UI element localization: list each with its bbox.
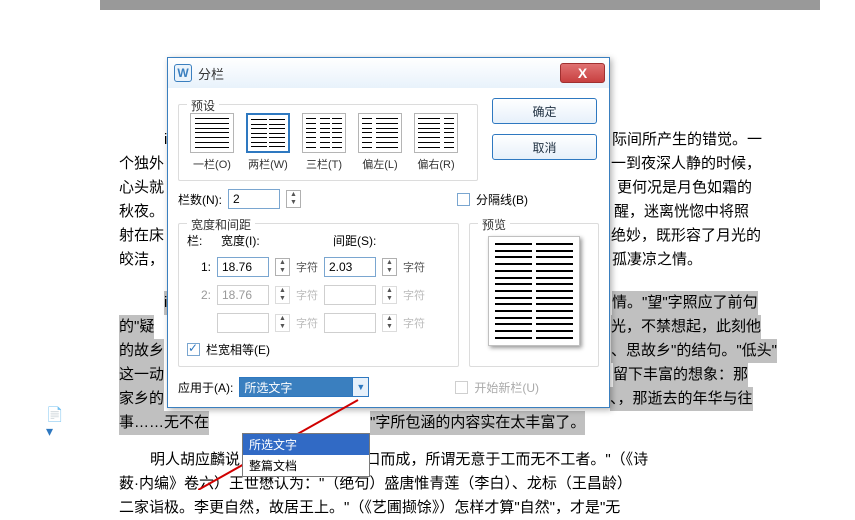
ok-button[interactable]: 确定 xyxy=(492,98,597,124)
apply-dropdown-list: 所选文字 整篇文档 xyxy=(242,433,370,477)
row3-width-input xyxy=(217,313,269,333)
preset-one-column[interactable]: 一栏(O) xyxy=(187,113,237,172)
bg-text: 薮·内编》卷六）王世懋认为："（绝句）盛唐惟青莲（李白）、龙标（王昌龄） xyxy=(119,472,632,496)
row2-width-spin: ▲▼ xyxy=(275,286,290,304)
row3-width-spin: ▲▼ xyxy=(275,314,290,332)
divider-label: 分隔线(B) xyxy=(476,191,528,208)
preset-group-label: 预设 xyxy=(187,97,219,114)
row1-width-input[interactable]: 18.76 xyxy=(217,257,269,277)
dialog-titlebar[interactable]: W 分栏 X xyxy=(168,58,609,88)
dialog-body: 确定 取消 预设 一栏(O) 两栏(W) 三栏(T) xyxy=(168,88,609,407)
equal-width-label: 栏宽相等(E) xyxy=(206,341,270,358)
bg-text: 留下丰富的想象：那 xyxy=(613,363,748,387)
bg-text: 际间所产生的错觉。一 xyxy=(612,128,762,152)
bg-text: 家乡的 xyxy=(119,387,164,411)
bg-text: 皎洁， xyxy=(119,248,164,272)
apply-combobox[interactable]: 所选文字 ▼ xyxy=(239,377,369,397)
dropdown-option-selected-text[interactable]: 所选文字 xyxy=(243,434,369,455)
row3-spacing-spin: ▲▼ xyxy=(382,314,397,332)
bg-text: 心头就 xyxy=(119,176,164,200)
bg-text: 射在床 xyxy=(119,224,164,248)
width-spacing-label: 宽度和间距 xyxy=(187,216,255,233)
bg-text: 的"疑 xyxy=(119,315,154,339)
columns-dialog: W 分栏 X 确定 取消 预设 一栏(O) 两栏(W) 三栏( xyxy=(167,57,610,408)
row1-spacing-input[interactable]: 2.03 xyxy=(324,257,376,277)
bg-text: 、，那逝去的年华与往 xyxy=(610,387,753,411)
apply-label: 应用于(A): xyxy=(178,379,233,396)
bg-text: 一到夜深人静的时候， xyxy=(611,152,761,176)
preset-right[interactable]: 偏右(R) xyxy=(411,113,461,172)
col-header: 栏: xyxy=(187,232,215,249)
row2-idx: 2: xyxy=(187,288,211,302)
dialog-title: 分栏 xyxy=(198,64,224,83)
bg-text: 明人胡应麟说："太白诸绝句，信口而成，所谓无意于工而无不工者。"（《诗 xyxy=(150,448,648,472)
paste-options-icon[interactable]: 📄▾ xyxy=(46,415,66,431)
chevron-down-icon: ▼ xyxy=(352,378,368,396)
bg-text: 的故乡 xyxy=(119,339,164,363)
bg-text: 更何况是月色如霜的 xyxy=(617,176,752,200)
cancel-button[interactable]: 取消 xyxy=(492,134,597,160)
bg-text: 个独外 xyxy=(119,152,164,176)
preset-group: 预设 一栏(O) 两栏(W) 三栏(T) 偏左(L) xyxy=(178,104,478,181)
bg-text: 绝妙，既形容了月光的 xyxy=(611,224,761,248)
bg-text: 、思故乡"的结句。"低头" xyxy=(611,339,777,363)
bg-text: 情。"望"字照应了前句 xyxy=(612,291,758,315)
width-spacing-group: 宽度和间距 栏: 宽度(I): 间距(S): 1: 18.76 ▲▼ 字符 2.… xyxy=(178,223,459,367)
bg-text: "字所包涵的内容实在太丰富了。 xyxy=(370,411,585,435)
preset-three-columns[interactable]: 三栏(T) xyxy=(299,113,349,172)
start-new-col-checkbox xyxy=(455,381,468,394)
preset-row: 一栏(O) 两栏(W) 三栏(T) 偏左(L) 偏右(R) xyxy=(187,113,469,172)
dialog-buttons: 确定 取消 xyxy=(492,98,597,160)
bg-text: 孤凄凉之情。 xyxy=(612,248,702,272)
preview-group: 预览 xyxy=(469,223,599,367)
row1-spacing-spin[interactable]: ▲▼ xyxy=(382,258,397,276)
bg-text: 这一动 xyxy=(119,363,164,387)
spacing-header: 间距(S): xyxy=(333,232,376,249)
row1-idx: 1: xyxy=(187,260,211,274)
bg-text: 醒，迷离恍惚中将照 xyxy=(614,200,749,224)
equal-width-checkbox[interactable] xyxy=(187,343,200,356)
preset-left[interactable]: 偏左(L) xyxy=(355,113,405,172)
cols-input[interactable]: 2 xyxy=(228,189,280,209)
close-button[interactable]: X xyxy=(560,63,605,83)
bg-text: 事……无不在 xyxy=(119,411,209,435)
preset-two-columns[interactable]: 两栏(W) xyxy=(243,113,293,172)
width-header: 宽度(I): xyxy=(221,232,287,249)
row1-width-spin[interactable]: ▲▼ xyxy=(275,258,290,276)
cols-spinner[interactable]: ▲▼ xyxy=(286,190,301,208)
row2-spacing-spin: ▲▼ xyxy=(382,286,397,304)
page-shadow xyxy=(100,0,820,10)
preview-label: 预览 xyxy=(478,216,510,233)
start-new-col-label: 开始新栏(U) xyxy=(474,379,539,396)
preview-box xyxy=(488,236,580,346)
divider-checkbox[interactable] xyxy=(457,193,470,206)
row2-spacing-input xyxy=(324,285,376,305)
bg-text: 秋夜。 xyxy=(119,200,164,224)
bg-text: 二家诣极。李更自然，故居王上。"（《艺圃撷馀》）怎样才算"自然"，才是"无 xyxy=(119,496,620,520)
row3-spacing-input xyxy=(324,313,376,333)
cols-label: 栏数(N): xyxy=(178,191,222,208)
row2-width-input: 18.76 xyxy=(217,285,269,305)
app-icon: W xyxy=(174,64,192,82)
bg-text: 光，不禁想起，此刻他 xyxy=(611,315,761,339)
dropdown-option-whole-doc[interactable]: 整篇文档 xyxy=(243,455,369,476)
